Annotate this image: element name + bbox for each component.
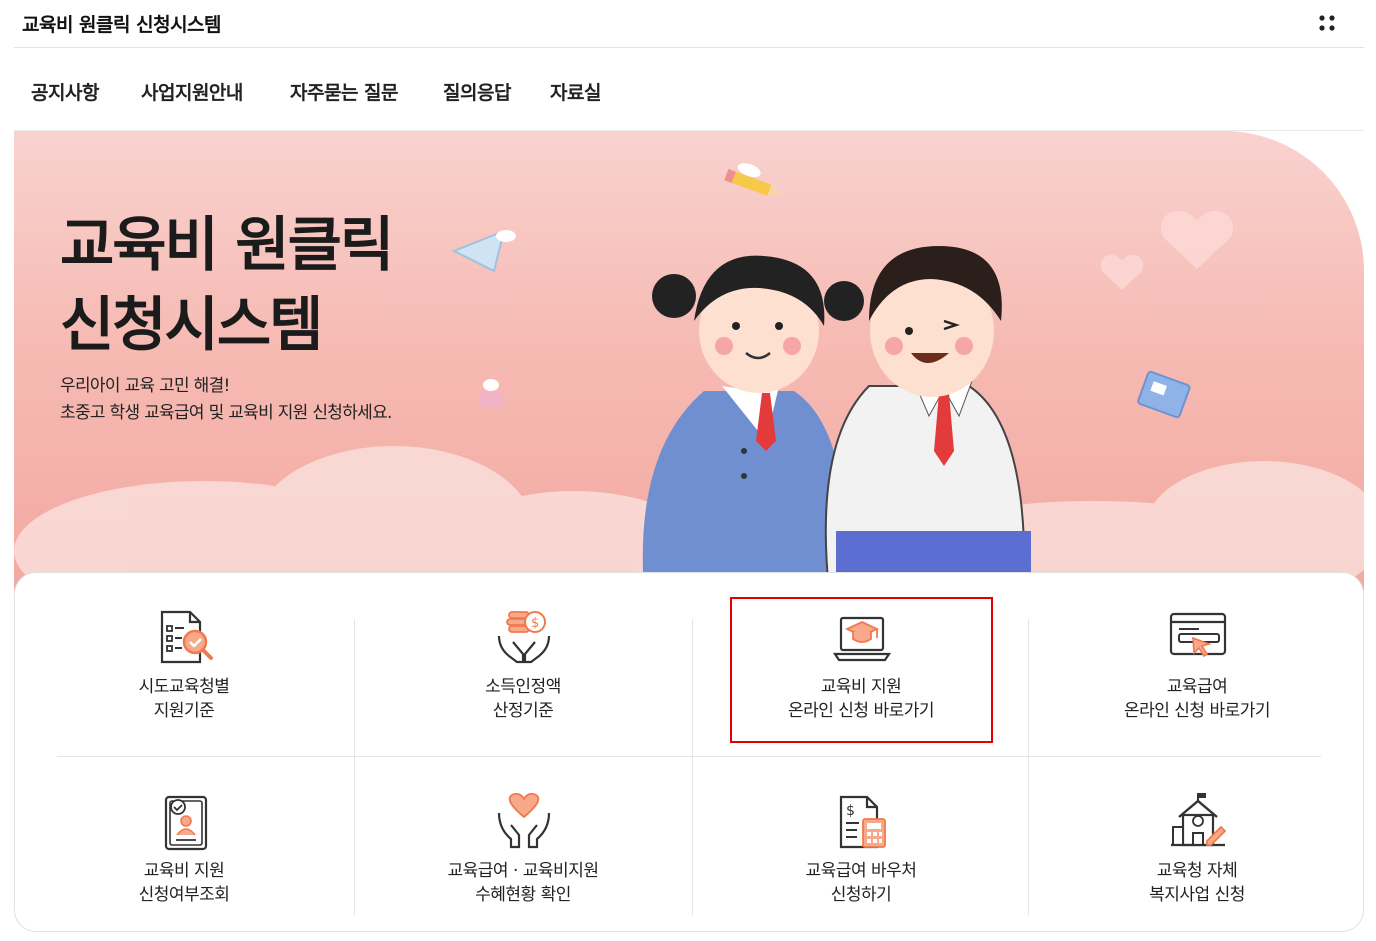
service-label-line-1: 시도교육청별 [138, 677, 230, 697]
service-label: 교육급여 · 교육비지원 수혜현황 확인 [354, 859, 692, 907]
service-label-line-1: 교육급여 · 교육비지원 [447, 861, 599, 881]
svg-text:$: $ [846, 803, 855, 819]
profile-document-icon [164, 795, 208, 851]
service-label: 교육급여 온라인 신청 바로가기 [1028, 675, 1366, 723]
grid-dots-icon[interactable] [1316, 12, 1338, 34]
service-label-line-2: 수혜현황 확인 [475, 885, 571, 905]
service-label: 교육비 지원 신청여부조회 [15, 859, 353, 907]
service-label-line-1: 교육급여 [1166, 677, 1228, 697]
service-label-line-1: 교육비 지원 [143, 861, 225, 881]
service-label: 소득인정액 산정기준 [354, 675, 692, 723]
hero-title-line-1: 교육비 원클릭 [60, 210, 394, 279]
browser-click-icon [1169, 612, 1227, 658]
svg-text:$: $ [531, 616, 539, 631]
service-label: 시도교육청별 지원기준 [15, 675, 353, 723]
hero-subtitle-line-2: 초중고 학생 교육급여 및 교육비 지원 신청하세요. [60, 403, 392, 423]
service-regional-criteria[interactable]: 시도교육청별 지원기준 [15, 573, 353, 757]
nav-item-faq[interactable]: 자주묻는 질문 [290, 78, 399, 105]
service-label-line-2: 온라인 신청 바로가기 [1123, 701, 1271, 721]
service-menu-card: 시도교육청별 지원기준 $ 소득인정액 산정기준 교육비 지원 온라인 신청 바… [14, 572, 1364, 932]
service-label-line-2: 지원기준 [153, 701, 215, 721]
service-label-line-2: 산정기준 [492, 701, 554, 721]
nav-item-archive[interactable]: 자료실 [550, 78, 601, 105]
nav-item-qna[interactable]: 질의응답 [443, 78, 511, 105]
hero-banner: 교육비 원클릭 신청시스템 우리아이 교육 고민 해결! 초중고 학생 교육급여… [14, 131, 1364, 591]
service-voucher-apply[interactable]: $ 교육급여 바우처 신청하기 [692, 757, 1030, 941]
service-label-line-2: 신청하기 [830, 885, 892, 905]
service-label-line-2: 신청여부조회 [138, 885, 230, 905]
service-label: 교육청 자체 복지사업 신청 [1028, 859, 1366, 907]
heart-hands-icon [497, 793, 551, 849]
hero-subtitle: 우리아이 교육 고민 해결! 초중고 학생 교육급여 및 교육비 지원 신청하세… [60, 373, 392, 427]
hero-subtitle-line-1: 우리아이 교육 고민 해결! [60, 376, 230, 396]
site-title[interactable]: 교육비 원클릭 신청시스템 [22, 10, 222, 37]
hero-title: 교육비 원클릭 신청시스템 [60, 205, 394, 365]
service-label-line-2: 복지사업 신청 [1149, 885, 1245, 905]
coins-hands-icon: $ [497, 611, 551, 664]
top-bar: 교육비 원클릭 신청시스템 [14, 0, 1364, 48]
service-label-line-1: 교육청 자체 [1156, 861, 1238, 881]
hero-title-line-2: 신청시스템 [60, 290, 323, 359]
service-edu-benefit-apply[interactable]: 교육급여 온라인 신청 바로가기 [1028, 573, 1366, 757]
document-search-icon [160, 610, 213, 664]
nav-item-program-guide[interactable]: 사업지원안내 [141, 78, 243, 105]
nav-item-notices[interactable]: 공지사항 [31, 78, 99, 105]
service-income-criteria[interactable]: $ 소득인정액 산정기준 [354, 573, 692, 757]
service-apply-status-lookup[interactable]: 교육비 지원 신청여부조회 [15, 757, 353, 941]
service-benefit-status-check[interactable]: 교육급여 · 교육비지원 수혜현황 확인 [354, 757, 692, 941]
service-local-welfare-apply[interactable]: 교육청 자체 복지사업 신청 [1028, 757, 1366, 941]
service-label-line-1: 교육급여 바우처 [805, 861, 917, 881]
selection-highlight-box [730, 597, 993, 743]
main-nav: 공지사항 사업지원안내 자주묻는 질문 질의응답 자료실 [14, 48, 1364, 131]
service-label: 교육급여 바우처 신청하기 [692, 859, 1030, 907]
invoice-calculator-icon: $ [839, 795, 886, 849]
school-pencil-icon [1171, 793, 1227, 847]
service-label-line-1: 소득인정액 [485, 677, 561, 697]
